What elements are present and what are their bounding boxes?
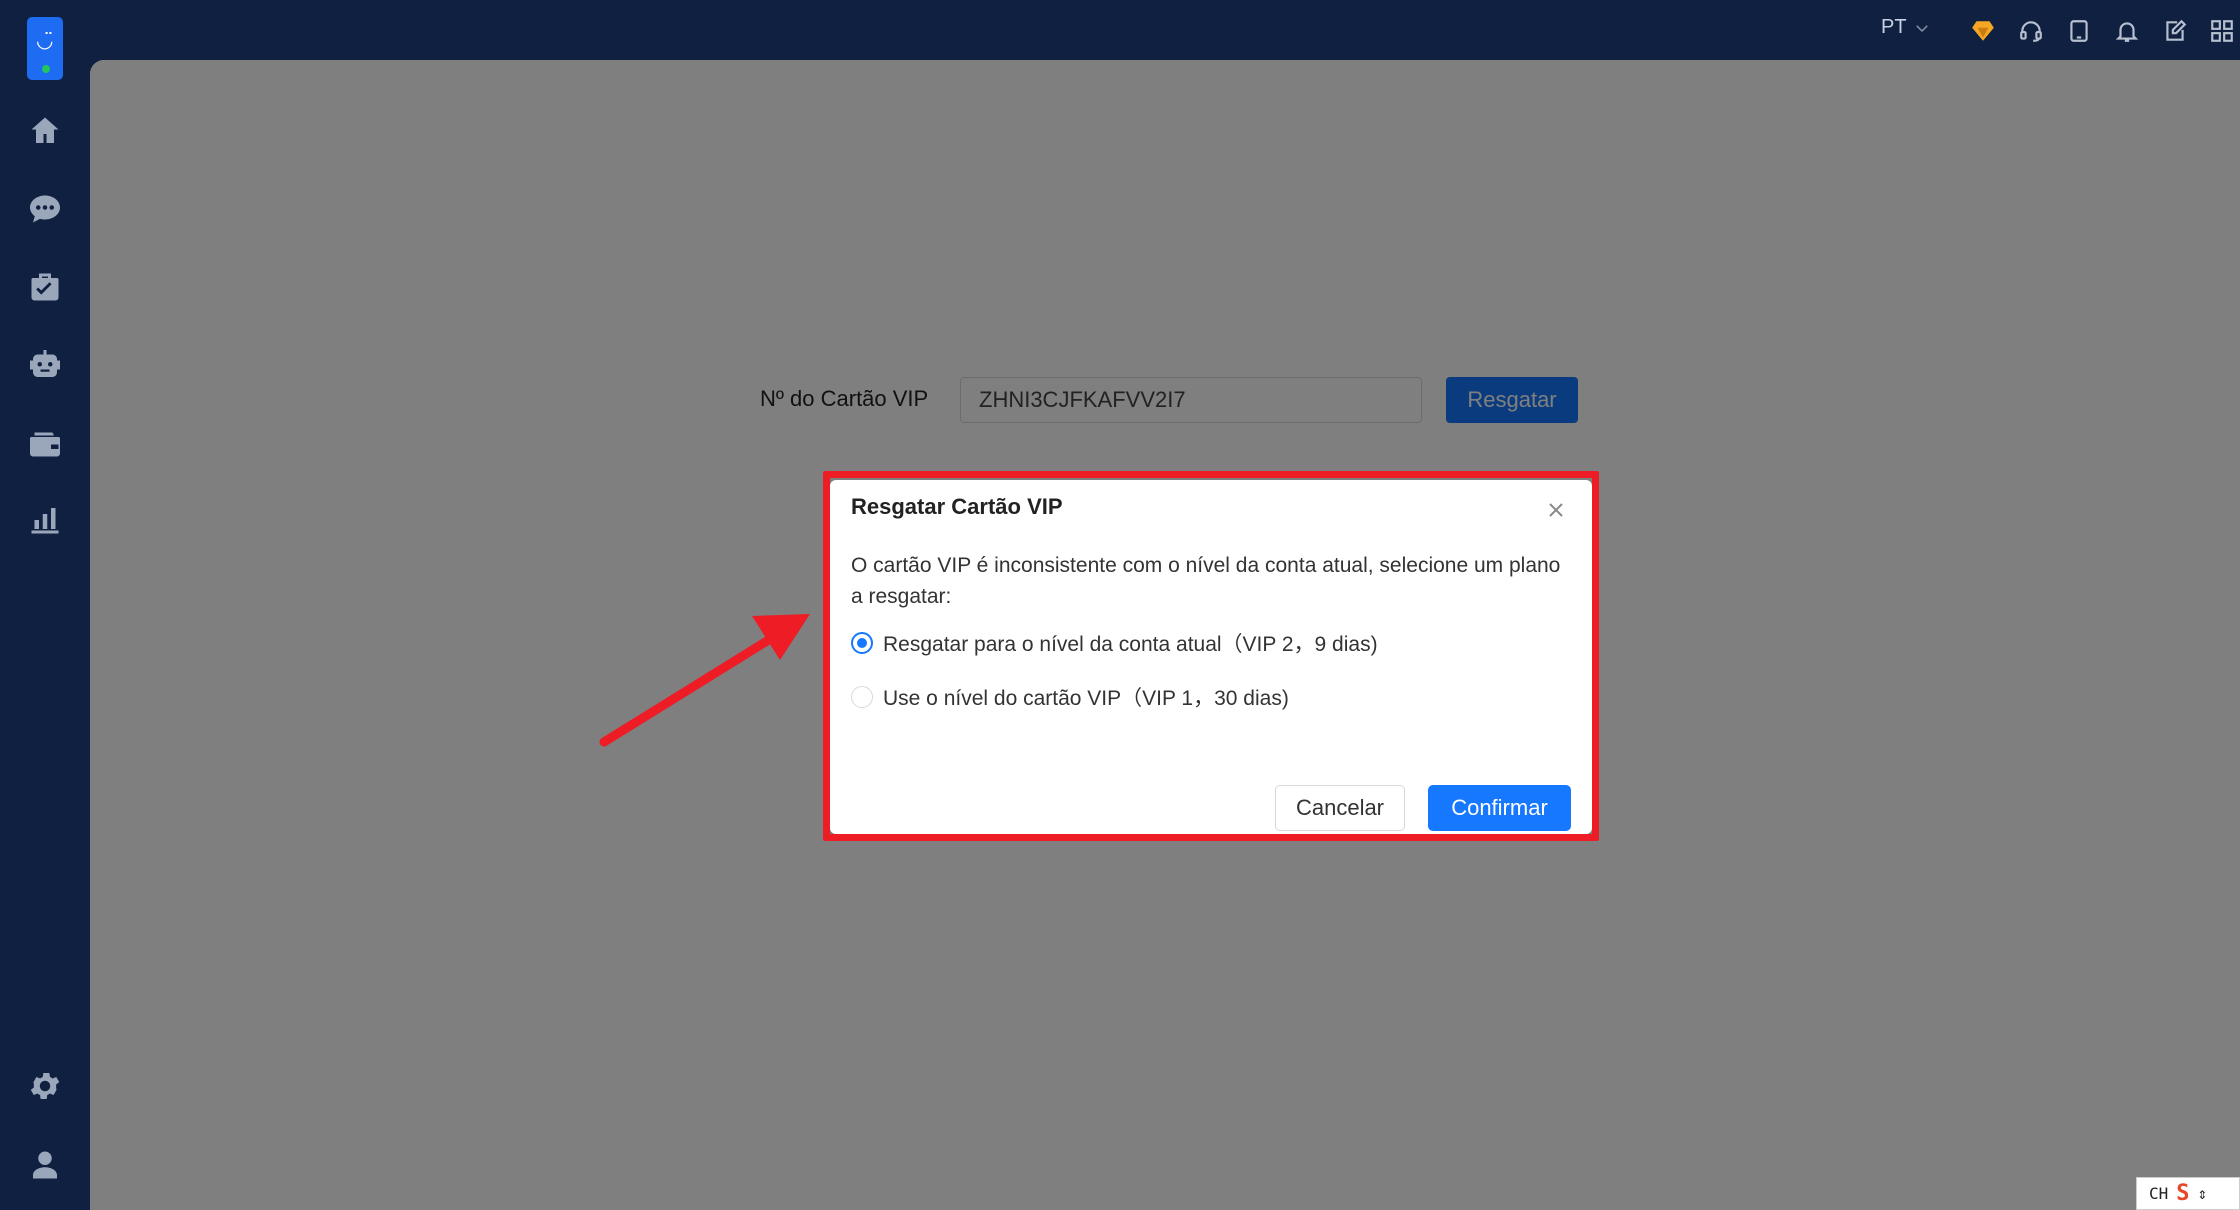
language-selector[interactable]: PT xyxy=(1881,16,1931,39)
wallet-icon[interactable] xyxy=(22,420,68,466)
briefcase-check-icon[interactable] xyxy=(22,264,68,310)
ime-arrows-icon: ⇕ xyxy=(2197,1184,2208,1203)
chat-icon[interactable] xyxy=(22,186,68,232)
ime-indicator[interactable]: CH S ⇕ xyxy=(2136,1177,2240,1210)
user-icon[interactable] xyxy=(22,1142,68,1188)
diamond-icon[interactable] xyxy=(1968,16,1998,46)
smiley-icon: ◡̈ xyxy=(36,30,54,52)
sidebar: ◡̈ xyxy=(0,0,90,1210)
bell-icon[interactable] xyxy=(2112,16,2142,46)
annotation-arrow xyxy=(599,614,810,747)
app-logo[interactable]: ◡̈ xyxy=(27,17,63,80)
chevron-down-icon xyxy=(1915,24,1928,32)
edit-icon[interactable] xyxy=(2160,16,2190,46)
robot-icon[interactable] xyxy=(22,342,68,388)
tablet-icon[interactable] xyxy=(2064,16,2094,46)
main-content: Nº do Cartão VIP ZHNI3CJFKAFVV2I7 Resgat… xyxy=(90,60,2240,1210)
sogou-icon: S xyxy=(2176,1181,2190,1206)
apps-icon[interactable] xyxy=(2207,16,2237,46)
settings-icon[interactable] xyxy=(22,1063,68,1109)
ime-label: CH xyxy=(2149,1184,2169,1203)
headset-icon[interactable] xyxy=(2016,16,2046,46)
annotation-highlight-box xyxy=(823,471,1599,841)
online-status-dot xyxy=(42,65,50,73)
language-label: PT xyxy=(1881,16,1907,38)
bar-chart-icon[interactable] xyxy=(22,497,68,543)
home-icon[interactable] xyxy=(22,108,68,154)
topbar: PT xyxy=(90,0,2240,60)
